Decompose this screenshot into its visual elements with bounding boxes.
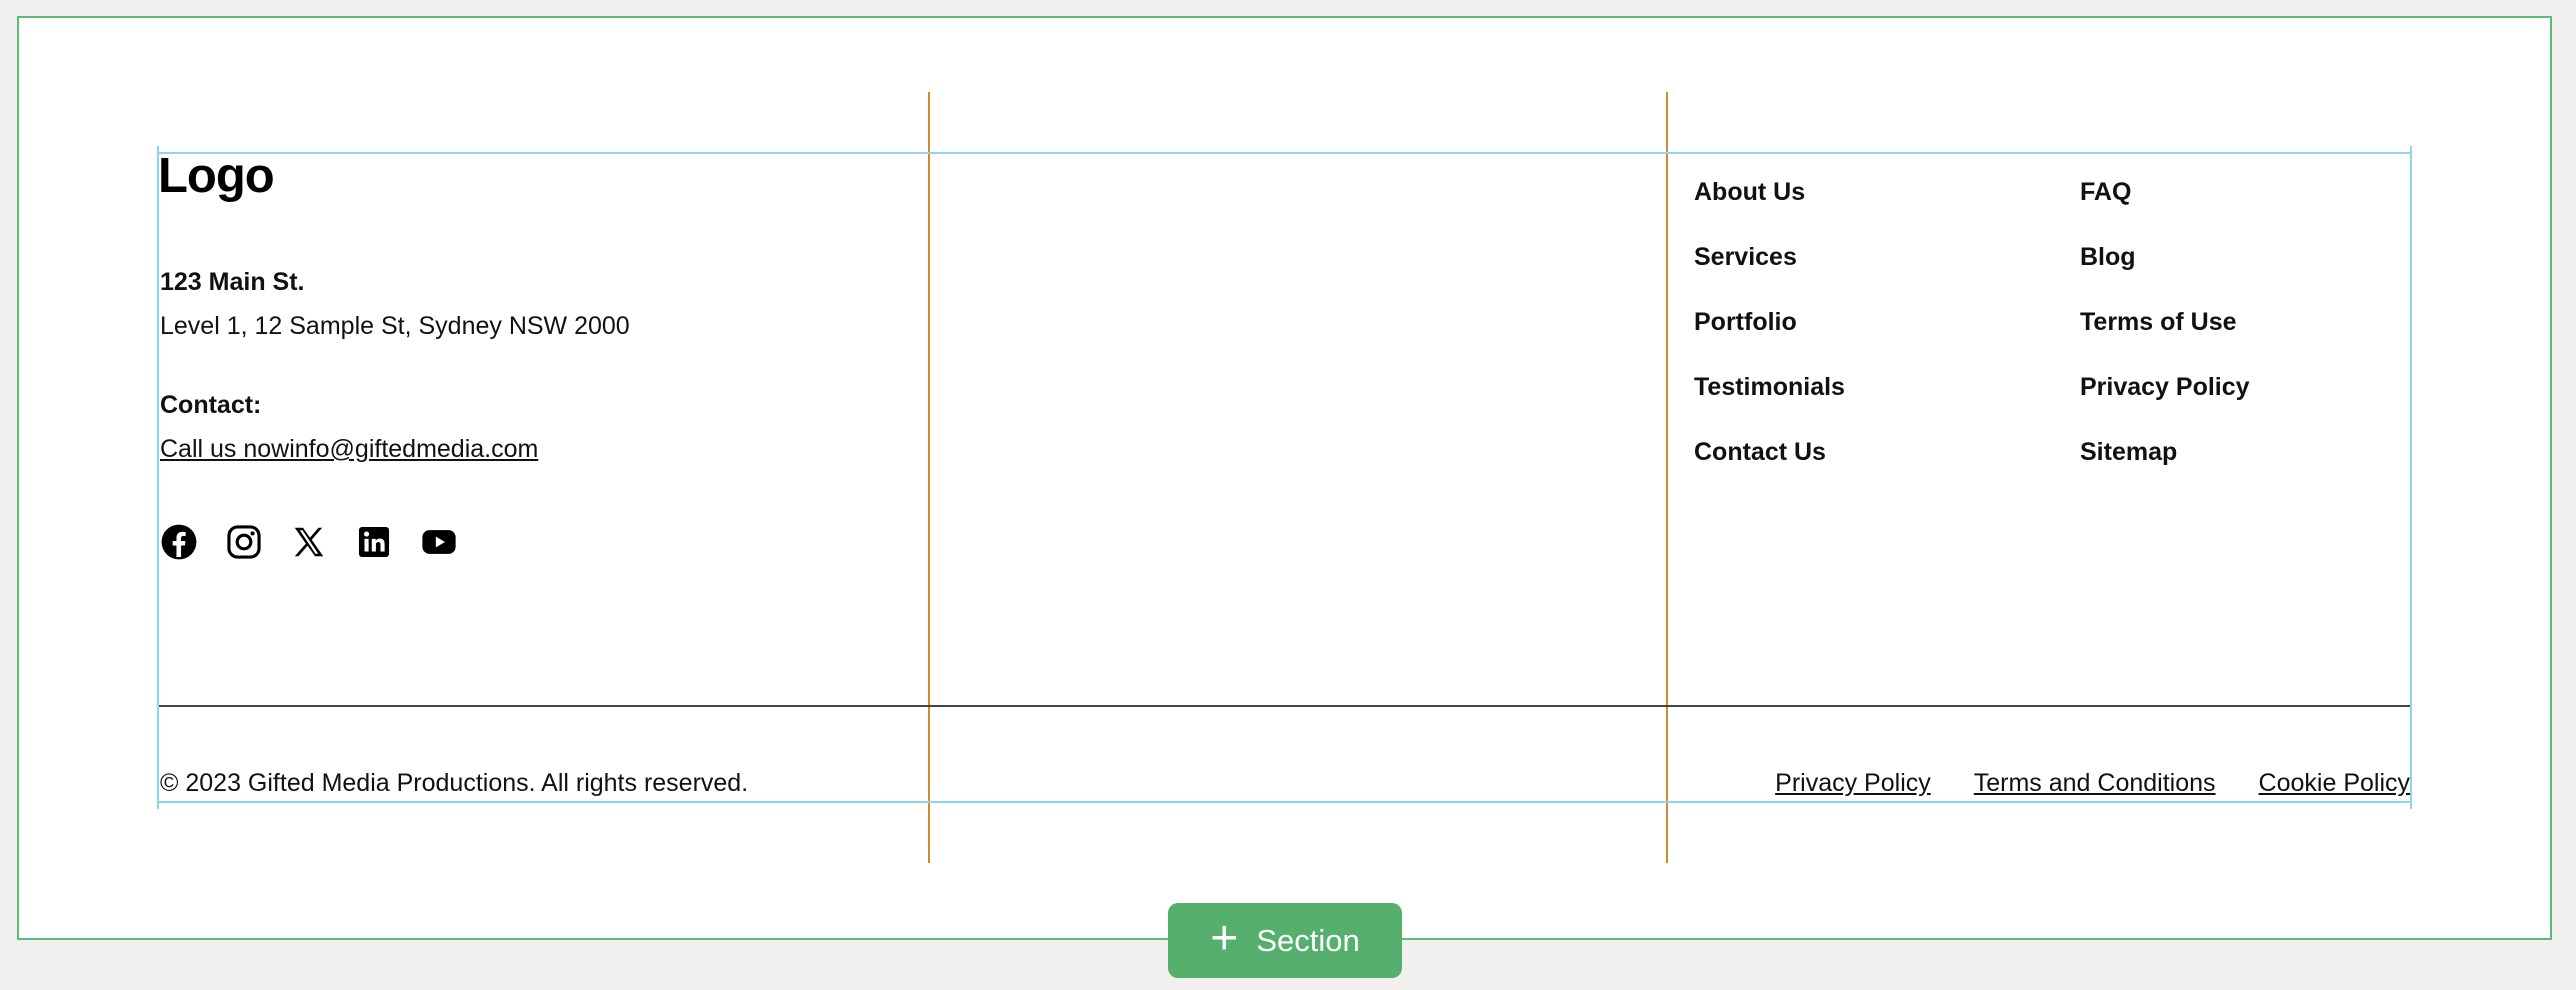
youtube-icon[interactable] <box>420 523 458 561</box>
address-title: 123 Main St. <box>160 268 305 296</box>
footer-nav-link[interactable]: Contact Us <box>1694 438 1845 503</box>
add-section-label: Section <box>1256 922 1360 958</box>
footer-nav-link[interactable]: Portfolio <box>1694 308 1845 373</box>
footer-nav-link[interactable]: About Us <box>1694 178 1845 243</box>
footer-nav-link[interactable]: Sitemap <box>2080 438 2250 503</box>
container-guide-tick <box>2410 146 2412 154</box>
footer-nav-link[interactable]: Blog <box>2080 243 2250 308</box>
address-line: Level 1, 12 Sample St, Sydney NSW 2000 <box>160 312 630 340</box>
footer-divider <box>159 705 2410 707</box>
add-section-button[interactable]: + Section <box>1168 903 1402 978</box>
container-guide-tick <box>157 801 159 809</box>
legal-link-cookies[interactable]: Cookie Policy <box>2259 769 2410 798</box>
footer-nav-link[interactable]: FAQ <box>2080 178 2250 243</box>
footer-nav-column-1: About Us Services Portfolio Testimonials… <box>1694 178 1845 503</box>
plus-icon: + <box>1210 911 1239 965</box>
contact-link[interactable]: Call us nowinfo@giftedmedia.com <box>160 435 538 464</box>
legal-links: Privacy Policy Terms and Conditions Cook… <box>1775 769 2410 798</box>
linkedin-icon[interactable] <box>355 523 393 561</box>
footer-nav-link[interactable]: Testimonials <box>1694 373 1845 438</box>
facebook-icon[interactable] <box>160 523 198 561</box>
legal-link-privacy[interactable]: Privacy Policy <box>1775 769 1931 798</box>
footer-nav-link[interactable]: Terms of Use <box>2080 308 2250 373</box>
x-icon[interactable] <box>290 523 328 561</box>
container-guide-tick <box>2410 801 2412 809</box>
legal-link-terms[interactable]: Terms and Conditions <box>1974 769 2216 798</box>
footer-nav-column-2: FAQ Blog Terms of Use Privacy Policy Sit… <box>2080 178 2250 503</box>
footer-nav-link[interactable]: Services <box>1694 243 1845 308</box>
footer-logo[interactable]: Logo <box>158 148 275 204</box>
contact-title: Contact: <box>160 391 262 419</box>
instagram-icon[interactable] <box>225 523 263 561</box>
footer-nav-link[interactable]: Privacy Policy <box>2080 373 2250 438</box>
social-links <box>160 523 458 561</box>
copyright-text: © 2023 Gifted Media Productions. All rig… <box>160 769 749 797</box>
